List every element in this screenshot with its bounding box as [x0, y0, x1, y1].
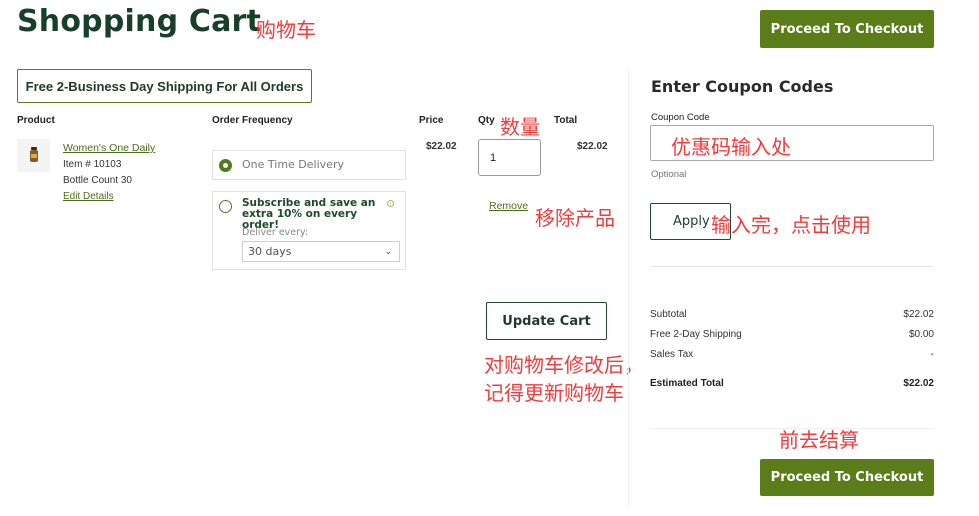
one-time-delivery-option[interactable]: One Time Delivery	[212, 150, 406, 180]
summary-value: $0.00	[908, 329, 934, 340]
product-thumbnail[interactable]	[17, 139, 50, 172]
annotation-update-line2: 记得更新购物车	[484, 381, 624, 405]
annotation-cart: 购物车	[256, 18, 316, 42]
coupon-divider	[650, 266, 934, 267]
proceed-to-checkout-button-top[interactable]: Proceed To Checkout	[760, 10, 934, 48]
item-number: Item # 10103	[63, 159, 122, 170]
page-title: Shopping Cart	[17, 4, 262, 39]
subscribe-radio[interactable]	[219, 200, 232, 213]
summary-row-estimated-total: Estimated Total $22.02	[650, 378, 934, 389]
column-header-qty: Qty	[478, 115, 495, 126]
one-time-delivery-label: One Time Delivery	[242, 158, 344, 171]
proceed-to-checkout-button-bottom[interactable]: Proceed To Checkout	[760, 459, 934, 496]
update-cart-button[interactable]: Update Cart	[486, 302, 607, 340]
quantity-input[interactable]	[478, 139, 541, 176]
subscribe-option[interactable]: Subscribe and save an extra 10% on every…	[212, 191, 406, 270]
column-header-frequency: Order Frequency	[212, 115, 293, 126]
coupon-code-input[interactable]	[650, 125, 934, 161]
bottle-icon	[29, 146, 38, 162]
item-price: $22.02	[426, 141, 457, 152]
column-header-product: Product	[17, 115, 55, 126]
column-header-price: Price	[419, 115, 444, 126]
item-total: $22.02	[577, 141, 608, 152]
estimated-total-label: Estimated Total	[650, 378, 724, 389]
deliver-every-value: 30 days	[248, 245, 292, 258]
summary-row-shipping: Free 2-Day Shipping $0.00	[650, 329, 934, 340]
column-header-total: Total	[554, 115, 578, 126]
deliver-every-select[interactable]: 30 days ⌄	[242, 241, 400, 262]
estimated-total-value: $22.02	[903, 378, 934, 389]
summary-label: Subtotal	[650, 309, 687, 320]
summary-label: Free 2-Day Shipping	[650, 329, 742, 340]
annotation-apply: 输入完，点击使用	[711, 213, 871, 237]
free-shipping-banner: Free 2-Business Day Shipping For All Ord…	[17, 69, 312, 103]
deliver-every-label: Deliver every:	[242, 227, 309, 238]
annotation-update-line1: 对购物车修改后，	[484, 353, 644, 377]
chevron-down-icon: ⌄	[384, 246, 392, 257]
annotation-checkout: 前去结算	[779, 428, 859, 452]
coupon-code-label: Coupon Code	[651, 112, 710, 123]
sidebar-divider	[628, 70, 629, 506]
bottle-count: Bottle Count 30	[63, 175, 132, 186]
remove-link[interactable]: Remove	[489, 200, 528, 212]
coupon-optional-label: Optional	[651, 169, 687, 180]
annotation-remove: 移除产品	[535, 206, 615, 230]
summary-value: $22.02	[903, 309, 934, 320]
edit-details-link[interactable]: Edit Details	[63, 191, 114, 202]
summary-label: Sales Tax	[650, 349, 694, 360]
summary-value: -	[930, 349, 934, 360]
info-icon[interactable]: i	[387, 200, 394, 207]
summary-row-subtotal: Subtotal $22.02	[650, 309, 934, 320]
annotation-qty: 数量	[500, 115, 540, 139]
summary-row-tax: Sales Tax -	[650, 349, 934, 360]
coupon-heading: Enter Coupon Codes	[651, 77, 834, 96]
product-name-link[interactable]: Women's One Daily	[63, 142, 155, 154]
one-time-delivery-radio[interactable]	[219, 159, 232, 172]
